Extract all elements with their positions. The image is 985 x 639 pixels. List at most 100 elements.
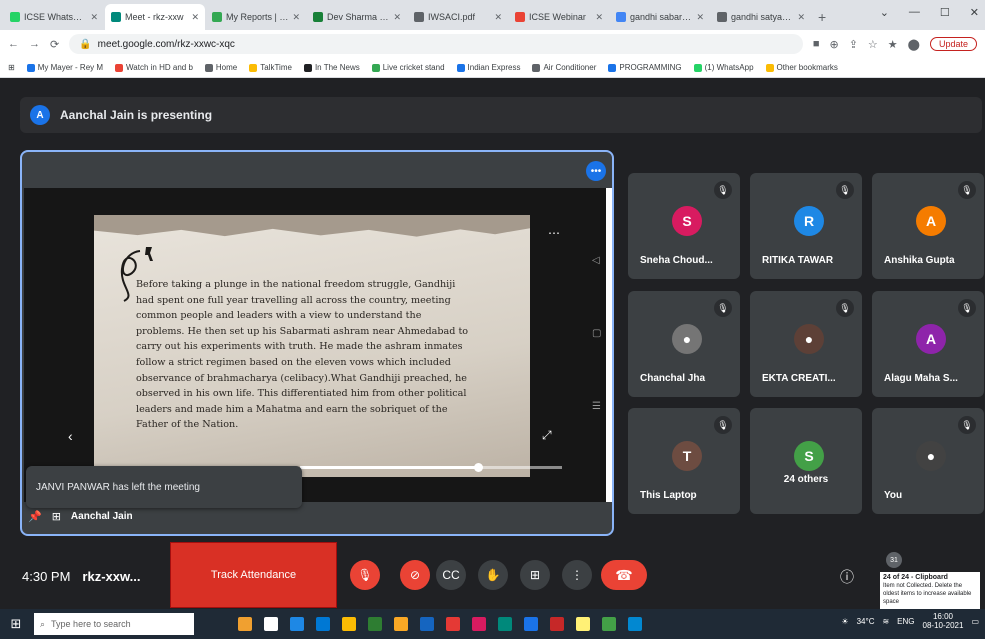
- bookmark-item[interactable]: Air Conditioner: [532, 63, 596, 72]
- taskbar-app-icon[interactable]: [420, 617, 434, 631]
- present-now-icon[interactable]: ⊞: [520, 560, 550, 590]
- more-options-icon[interactable]: ⋯: [548, 226, 561, 240]
- bookmark-item[interactable]: Other bookmarks: [765, 63, 838, 72]
- update-button[interactable]: Update: [929, 37, 977, 51]
- minimize-icon[interactable]: —: [909, 6, 920, 19]
- bookmark-item[interactable]: PROGRAMMING: [608, 63, 682, 72]
- muted-mic-icon: 🎙: [714, 416, 732, 434]
- wifi-icon[interactable]: ≋: [882, 617, 889, 626]
- browser-tab[interactable]: My Reports | Go ✕: [206, 4, 306, 30]
- bookmark-label: (1) WhatsApp: [704, 63, 754, 72]
- camera-icon[interactable]: ■: [813, 38, 820, 50]
- windows-start-icon[interactable]: ⊞: [6, 614, 26, 634]
- track-attendance-button[interactable]: Track Attendance: [170, 542, 337, 608]
- new-tab-button[interactable]: +: [812, 4, 832, 30]
- tab-close-icon[interactable]: ✕: [494, 12, 502, 23]
- bookmark-item[interactable]: TalkTime: [249, 63, 292, 72]
- taskbar-search[interactable]: ⌕ Type here to search: [34, 613, 194, 635]
- bookmark-item[interactable]: In The News: [303, 63, 360, 72]
- mic-off-icon[interactable]: 🎙: [350, 560, 380, 590]
- participant-tile[interactable]: 🎙 ● You: [872, 408, 984, 514]
- taskbar-app-icon[interactable]: [628, 617, 642, 631]
- tab-close-icon[interactable]: ✕: [797, 12, 805, 23]
- tab-close-icon[interactable]: ✕: [393, 12, 401, 23]
- bookmark-item[interactable]: (1) WhatsApp: [693, 63, 754, 72]
- maximize-icon[interactable]: ☐: [940, 6, 950, 19]
- participant-tile[interactable]: 🎙 ● Chanchal Jha: [628, 291, 740, 397]
- tab-close-icon[interactable]: ✕: [292, 12, 300, 23]
- tab-close-icon[interactable]: ✕: [595, 12, 603, 23]
- reload-icon[interactable]: ⟳: [50, 38, 59, 51]
- bookmark-item[interactable]: Live cricket stand: [371, 63, 445, 72]
- taskbar-app-icon[interactable]: [550, 617, 564, 631]
- tab-close-icon[interactable]: ✕: [696, 12, 704, 23]
- bookmark-item[interactable]: Home: [204, 63, 237, 72]
- browser-tab[interactable]: gandhi sabarmati ✕: [610, 4, 710, 30]
- participant-tile[interactable]: 🎙 A Alagu Maha S...: [872, 291, 984, 397]
- url-field[interactable]: 🔒 meet.google.com/rkz-xxwc-xqc: [69, 34, 803, 54]
- clipboard-popup[interactable]: 24 of 24 - Clipboard Item not Collected.…: [880, 572, 980, 612]
- tab-close-icon[interactable]: ✕: [191, 12, 199, 23]
- participant-tile[interactable]: 🎙 A Anshika Gupta: [872, 173, 984, 279]
- forward-icon[interactable]: →: [29, 38, 40, 50]
- taskbar-app-icon[interactable]: [602, 617, 616, 631]
- close-icon[interactable]: ✕: [970, 6, 979, 19]
- browser-tab[interactable]: ICSE Webinar ✕: [509, 4, 609, 30]
- browser-tab[interactable]: ICSE WhatsApp ✕: [4, 4, 104, 30]
- browser-tab[interactable]: gandhi satyagraha ✕: [711, 4, 811, 30]
- taskbar-app-icon[interactable]: [498, 617, 512, 631]
- slide-progress-bar[interactable]: [300, 463, 562, 472]
- taskbar-app-icon[interactable]: [342, 617, 356, 631]
- bookmark-item[interactable]: My Mayer - Rey M: [26, 63, 104, 72]
- browser-tab[interactable]: Dev Sharma - Go ✕: [307, 4, 407, 30]
- taskbar-app-icon[interactable]: [524, 617, 538, 631]
- participant-tile[interactable]: 🎙 R RITIKA TAWAR: [750, 173, 862, 279]
- volume-icon[interactable]: ◁: [592, 255, 601, 266]
- meeting-details-icon[interactable]: ⓘ: [840, 567, 854, 587]
- share-icon[interactable]: ⇪: [849, 38, 858, 51]
- windows-taskbar: ⊞ ⌕ Type here to search: [0, 609, 985, 639]
- taskbar-app-icon[interactable]: [264, 617, 278, 631]
- toast-text: JANVI PANWAR has left the meeting: [36, 481, 200, 493]
- menu-icon[interactable]: ☰: [592, 401, 601, 412]
- taskbar-app-icon[interactable]: [368, 617, 382, 631]
- raise-hand-icon[interactable]: ✋: [478, 560, 508, 590]
- extension-icon[interactable]: ★: [888, 38, 898, 51]
- taskbar-app-icon[interactable]: [446, 617, 460, 631]
- participant-tile[interactable]: 🎙 S Sneha Choud...: [628, 173, 740, 279]
- taskbar-app-icon[interactable]: [290, 617, 304, 631]
- weather-icon[interactable]: ☀: [841, 617, 848, 626]
- taskbar-app-icon[interactable]: [238, 617, 252, 631]
- pin-icon[interactable]: 📌: [28, 510, 42, 523]
- bookmark-item[interactable]: Watch in HD and b: [115, 63, 193, 72]
- back-icon[interactable]: ←: [8, 38, 19, 50]
- frame-icon[interactable]: ▢: [592, 328, 601, 339]
- star-icon[interactable]: ☆: [868, 38, 878, 51]
- camera-off-icon[interactable]: ⊘: [400, 560, 430, 590]
- bookmark-item[interactable]: Indian Express: [456, 63, 520, 72]
- expand-icon[interactable]: ⤢: [542, 428, 552, 443]
- participant-tile[interactable]: 🎙 T This Laptop: [628, 408, 740, 514]
- apps-icon[interactable]: ⊞: [8, 63, 15, 72]
- bookmark-label: My Mayer - Rey M: [37, 63, 104, 72]
- participant-tile[interactable]: S 24 others: [750, 408, 862, 514]
- notification-icon[interactable]: ▭: [971, 617, 979, 626]
- participant-tile[interactable]: 🎙 ● EKTA CREATI...: [750, 291, 862, 397]
- taskbar-app-icon[interactable]: [316, 617, 330, 631]
- tab-close-icon[interactable]: ✕: [90, 12, 98, 23]
- chevron-down-icon[interactable]: ⌄: [880, 6, 889, 19]
- leave-call-button[interactable]: ☎: [601, 560, 647, 590]
- taskbar-app-icon[interactable]: [394, 617, 408, 631]
- participant-avatar: A: [916, 206, 946, 236]
- taskbar-app-icon[interactable]: [472, 617, 486, 631]
- bookmark-favicon-icon: [26, 63, 35, 72]
- zoom-icon[interactable]: ⊕: [829, 38, 838, 51]
- profile-icon[interactable]: ⬤: [908, 38, 920, 51]
- more-options-icon[interactable]: ⋮: [562, 560, 592, 590]
- taskbar-app-icon[interactable]: [576, 617, 590, 631]
- browser-tab[interactable]: Meet - rkz-xxw ✕: [105, 4, 205, 30]
- captions-icon[interactable]: CC: [436, 560, 466, 590]
- tile-options-icon[interactable]: •••: [586, 161, 606, 181]
- previous-slide-icon[interactable]: ‹: [68, 428, 73, 444]
- browser-tab[interactable]: IWSACI.pdf ✕: [408, 4, 508, 30]
